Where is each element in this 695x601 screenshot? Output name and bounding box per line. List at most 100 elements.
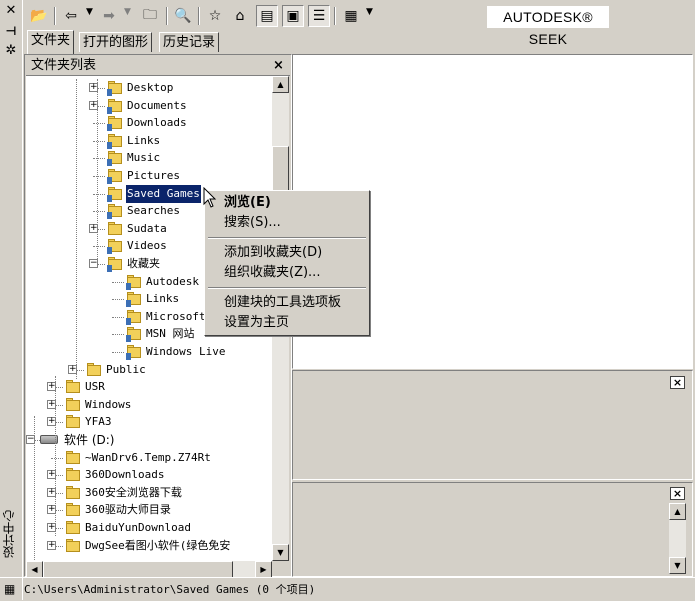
tree-item-label: Windows <box>85 398 132 411</box>
views-icon: ▦ <box>344 8 358 24</box>
context-menu: 浏览(E) 搜索(S)... 添加到收藏夹(D) 组织收藏夹(Z)... 创建块的工具选… <box>204 190 370 336</box>
preview-toggle-button[interactable]: ▣ <box>282 5 304 27</box>
tree-item[interactable]: + Documents <box>26 97 272 115</box>
forward-button[interactable]: ➡ <box>98 5 120 27</box>
tree-item-label: DwgSee看图小软件(绿色免安 <box>85 539 231 552</box>
tree-item-label: Public <box>106 363 146 376</box>
context-menu-item[interactable]: 浏览(E) <box>208 193 366 213</box>
tree-item-label: Documents <box>127 99 187 112</box>
tree-item-label: 360驱动大师目录 <box>85 503 171 516</box>
tree-item-label: Windows Live <box>146 345 226 358</box>
mouse-cursor-icon <box>203 187 217 208</box>
toolbar-separator <box>198 7 200 25</box>
folder-icon <box>107 150 123 166</box>
tree-connector <box>93 194 105 195</box>
folder-icon <box>126 291 142 307</box>
horizontal-scroll-thumb[interactable] <box>43 561 233 578</box>
tree-connector <box>112 299 124 300</box>
tab-history[interactable]: 历史记录 <box>159 32 220 52</box>
tree-view-toggle-button[interactable]: ▤ <box>256 5 278 27</box>
folder-icon <box>65 485 81 501</box>
palette-title-strip: ✕ ⊣ ✲ 设计中心 <box>0 0 23 600</box>
tree-guide-line <box>97 79 98 265</box>
context-menu-item[interactable]: 组织收藏夹(Z)... <box>208 263 366 283</box>
up-level-button[interactable]: 🗀 <box>139 5 161 27</box>
scroll-left-icon[interactable]: ◀ <box>26 561 43 578</box>
description-scrollbar[interactable]: ▲ ▼ <box>669 503 686 574</box>
tree-item-label: Searches <box>127 204 180 217</box>
search-button[interactable]: 🔍 <box>172 5 194 27</box>
scroll-up-icon[interactable]: ▲ <box>272 76 289 93</box>
folder-icon <box>107 98 123 114</box>
views-button[interactable]: ▦ <box>340 5 362 27</box>
menu-separator <box>208 237 366 239</box>
views-dropdown-icon[interactable]: ▼ <box>366 7 373 17</box>
folder-icon <box>107 186 123 202</box>
palette-close-icon[interactable]: ✕ <box>4 4 18 18</box>
expand-icon[interactable]: + <box>47 541 56 550</box>
tree-item-label: YFA3 <box>85 415 112 428</box>
toolbar: 📂 ⇦ ▼ ➡ ▼ 🗀 🔍 ☆ ⌂ ▤ ▣ ☰ ▦ ▼ AUTODESK® SE… <box>24 3 694 47</box>
home-button[interactable]: ⌂ <box>229 5 251 27</box>
context-menu-item[interactable]: 搜索(S)... <box>208 213 366 233</box>
tree-item[interactable]: − 软件 (D:) <box>26 431 272 449</box>
tree-item[interactable]: Downloads <box>26 114 272 132</box>
tree-item[interactable]: +360Downloads <box>26 466 272 484</box>
toolbar-separator <box>54 7 56 25</box>
description-toggle-button[interactable]: ☰ <box>308 5 330 27</box>
folder-icon <box>107 221 123 237</box>
forward-dropdown-icon[interactable]: ▼ <box>124 7 131 17</box>
tree-item-label: MSN 网站 <box>146 327 195 340</box>
auto-hide-icon[interactable]: ⊣ <box>4 24 18 38</box>
open-folder-button[interactable]: 📂 <box>28 5 50 27</box>
tree-item[interactable]: + Public <box>26 361 272 379</box>
preview-close-icon[interactable]: × <box>670 376 685 389</box>
favorites-button[interactable]: ☆ <box>204 5 226 27</box>
tree-item[interactable]: Links <box>26 132 272 150</box>
tree-horizontal-scrollbar[interactable]: ◀ ▶ <box>26 561 272 578</box>
folder-list-close-icon[interactable]: × <box>271 59 286 73</box>
tree-item-label: Downloads <box>127 116 187 129</box>
context-menu-item[interactable]: 创建块的工具选项板 <box>208 293 366 313</box>
tree-guide-line <box>76 79 77 379</box>
folder-icon <box>107 133 123 149</box>
scroll-right-icon[interactable]: ▶ <box>255 561 272 578</box>
tree-item[interactable]: + Windows <box>26 396 272 414</box>
tree-item[interactable]: Pictures <box>26 167 272 185</box>
tree-item[interactable]: ~WanDrv6.Temp.Z74Rt <box>26 449 272 467</box>
folder-icon <box>65 450 81 466</box>
tree-item[interactable]: +360驱动大师目录 <box>26 501 272 519</box>
properties-gear-icon[interactable]: ✲ <box>4 44 18 58</box>
autodesk-seek-button[interactable]: AUTODESK® SEEK <box>487 6 609 47</box>
tab-open-drawings[interactable]: 打开的图形 <box>79 32 153 52</box>
description-scroll-up-icon[interactable]: ▲ <box>669 503 686 520</box>
context-menu-item[interactable]: 添加到收藏夹(D) <box>208 243 366 263</box>
tree-item[interactable]: Windows Live <box>26 343 272 361</box>
open-folder-icon: 📂 <box>30 8 48 24</box>
tree-connector <box>112 317 124 318</box>
scroll-down-icon[interactable]: ▼ <box>272 544 289 561</box>
tree-connector <box>93 123 105 124</box>
context-menu-item[interactable]: 设置为主页 <box>208 313 366 333</box>
description-close-icon[interactable]: × <box>670 487 685 500</box>
tree-connector <box>51 458 63 459</box>
back-dropdown-icon[interactable]: ▼ <box>86 7 93 17</box>
tree-item[interactable]: + DwgSee看图小软件(绿色免安 <box>26 537 272 555</box>
folder-list-title: 文件夹列表 <box>31 58 97 73</box>
back-button[interactable]: ⇦ <box>60 5 82 27</box>
tree-item[interactable]: + Desktop <box>26 79 272 97</box>
folder-icon <box>65 520 81 536</box>
tree-connector <box>93 211 105 212</box>
status-path: C:\Users\Administrator\Saved Games (0 个项… <box>24 583 316 596</box>
status-bar: ▦ C:\Users\Administrator\Saved Games (0 … <box>0 577 695 601</box>
forward-arrow-icon: ➡ <box>103 8 115 24</box>
tree-item[interactable]: + BaiduYunDownload <box>26 519 272 537</box>
description-scroll-down-icon[interactable]: ▼ <box>669 557 686 574</box>
folder-icon <box>107 168 123 184</box>
tree-item[interactable]: Music <box>26 149 272 167</box>
folder-icon <box>107 80 123 96</box>
tree-item[interactable]: +360安全浏览器下载 <box>26 484 272 502</box>
tree-item[interactable]: + YFA3 <box>26 413 272 431</box>
tab-folders[interactable]: 文件夹 <box>27 30 75 54</box>
tree-item[interactable]: + USR <box>26 378 272 396</box>
